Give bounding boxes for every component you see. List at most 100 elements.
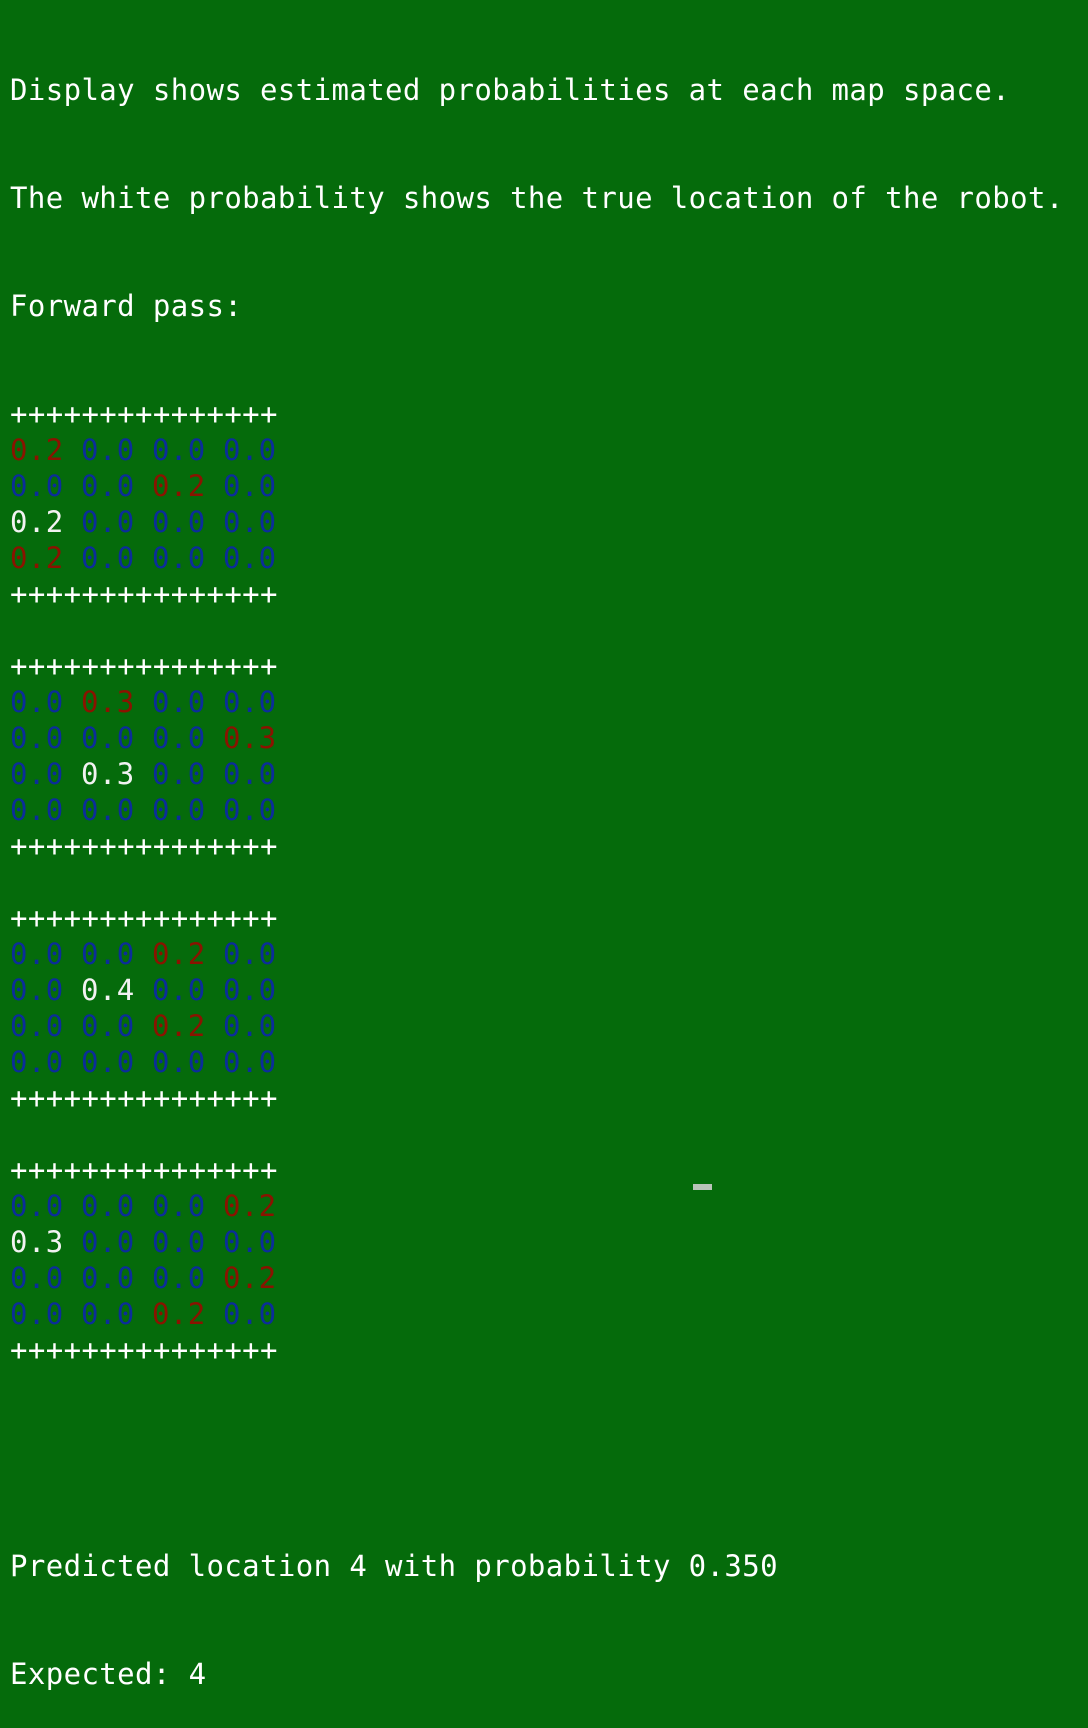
grid-row: 0.2 0.0 0.0 0.0 bbox=[10, 504, 1064, 540]
intro-line: Forward pass: bbox=[10, 289, 243, 323]
terminal-output: Display shows estimated probabilities at… bbox=[10, 0, 1064, 1728]
probability-cell: 0.0 bbox=[80, 1045, 135, 1079]
probability-cell: 0.0 bbox=[10, 1009, 64, 1043]
probability-cell: 0.0 bbox=[151, 433, 206, 467]
probability-cell: 0.0 bbox=[222, 433, 277, 467]
grid-row: 0.0 0.0 0.0 0.0 bbox=[10, 1044, 1064, 1080]
probability-cell: 0.0 bbox=[10, 757, 64, 791]
probability-grid: +++++++++++++++ 0.0 0.0 0.0 0.2 0.3 0.0 0.0 0.0 0… bbox=[10, 1152, 1064, 1368]
grid-row: 0.0 0.0 0.2 0.0 bbox=[10, 1296, 1064, 1332]
grid-row: 0.0 0.3 0.0 0.0 bbox=[10, 756, 1064, 792]
probability-cell: 0.3 bbox=[80, 685, 135, 719]
probability-cell: 0.0 bbox=[222, 469, 277, 503]
grid-border-top: +++++++++++++++ bbox=[10, 1153, 278, 1187]
probability-cell: 0.0 bbox=[10, 973, 64, 1007]
probability-cell: 0.0 bbox=[80, 1225, 135, 1259]
probability-cell: 0.0 bbox=[10, 1297, 64, 1331]
probability-cell: 0.0 bbox=[151, 1045, 206, 1079]
probability-cell: 0.0 bbox=[222, 1045, 277, 1079]
probability-cell: 0.0 bbox=[151, 541, 206, 575]
probability-grid: +++++++++++++++ 0.0 0.0 0.2 0.0 0.0 0.4 0.0 0.0 0… bbox=[10, 900, 1064, 1152]
grid-border-top: +++++++++++++++ bbox=[10, 649, 278, 683]
probability-cell: 0.2 bbox=[222, 1189, 277, 1223]
grid-border-bottom: +++++++++++++++ bbox=[10, 1081, 278, 1115]
probability-cell: 0.0 bbox=[80, 1189, 135, 1223]
probability-cell: 0.2 bbox=[10, 505, 64, 539]
grid-border-bottom: +++++++++++++++ bbox=[10, 829, 278, 863]
grid-row: 0.2 0.0 0.0 0.0 bbox=[10, 540, 1064, 576]
probability-cell: 0.0 bbox=[222, 937, 277, 971]
probability-cell: 0.0 bbox=[80, 541, 135, 575]
probability-cell: 0.0 bbox=[222, 757, 277, 791]
probability-cell: 0.0 bbox=[80, 1261, 135, 1295]
probability-cell: 0.0 bbox=[80, 469, 135, 503]
probability-cell: 0.0 bbox=[151, 757, 206, 791]
probability-cell: 0.0 bbox=[151, 1261, 206, 1295]
probability-cell: 0.3 bbox=[222, 721, 277, 755]
probability-cell: 0.3 bbox=[80, 757, 135, 791]
grid-row: 0.0 0.0 0.0 0.0 bbox=[10, 792, 1064, 828]
grid-row: 0.0 0.4 0.0 0.0 bbox=[10, 972, 1064, 1008]
terminal-cursor bbox=[693, 1184, 712, 1190]
probability-cell: 0.0 bbox=[151, 973, 206, 1007]
probability-cell: 0.0 bbox=[80, 937, 135, 971]
probability-cell: 0.0 bbox=[222, 793, 277, 827]
probability-cell: 0.2 bbox=[151, 1297, 206, 1331]
probability-cell: 0.0 bbox=[80, 721, 135, 755]
probability-cell: 0.0 bbox=[151, 721, 206, 755]
probability-cell: 0.0 bbox=[10, 1189, 64, 1223]
probability-cell: 0.0 bbox=[80, 1009, 135, 1043]
probability-cell: 0.0 bbox=[10, 1261, 64, 1295]
probability-grid: +++++++++++++++ 0.2 0.0 0.0 0.0 0.0 0.0 0.2 0.0 0… bbox=[10, 396, 1064, 648]
grid-row: 0.0 0.0 0.2 0.0 bbox=[10, 1008, 1064, 1044]
probability-cell: 0.0 bbox=[10, 469, 64, 503]
probability-cell: 0.0 bbox=[222, 1225, 277, 1259]
grid-row: 0.0 0.0 0.2 0.0 bbox=[10, 936, 1064, 972]
grid-border-bottom: +++++++++++++++ bbox=[10, 577, 278, 611]
probability-cell: 0.0 bbox=[222, 1297, 277, 1331]
grid-border-bottom: +++++++++++++++ bbox=[10, 1333, 278, 1367]
probability-cell: 0.0 bbox=[222, 973, 277, 1007]
grid-border-top: +++++++++++++++ bbox=[10, 901, 278, 935]
probability-cell: 0.0 bbox=[151, 685, 206, 719]
probability-grid: +++++++++++++++ 0.0 0.3 0.0 0.0 0.0 0.0 0.0 0.3 0… bbox=[10, 648, 1064, 900]
probability-cell: 0.0 bbox=[151, 505, 206, 539]
probability-cell: 0.0 bbox=[222, 541, 277, 575]
probability-cell: 0.0 bbox=[80, 793, 135, 827]
grid-row: 0.0 0.0 0.0 0.3 bbox=[10, 720, 1064, 756]
probability-cell: 0.0 bbox=[222, 685, 277, 719]
probability-cell: 0.2 bbox=[151, 937, 206, 971]
probability-cell: 0.0 bbox=[10, 1045, 64, 1079]
probability-cell: 0.4 bbox=[80, 973, 135, 1007]
probability-cell: 0.0 bbox=[10, 793, 64, 827]
probability-cell: 0.2 bbox=[10, 541, 64, 575]
probability-grids: +++++++++++++++ 0.2 0.0 0.0 0.0 0.0 0.0 0.2 0.0 0… bbox=[10, 396, 1064, 1368]
grid-row: 0.0 0.0 0.0 0.2 bbox=[10, 1188, 1064, 1224]
predicted-line: Predicted location 4 with probability 0.… bbox=[10, 1549, 778, 1583]
probability-cell: 0.0 bbox=[10, 685, 64, 719]
probability-cell: 0.0 bbox=[10, 721, 64, 755]
probability-cell: 0.0 bbox=[151, 793, 206, 827]
probability-cell: 0.2 bbox=[151, 469, 206, 503]
probability-cell: 0.2 bbox=[222, 1261, 277, 1295]
intro-line: Display shows estimated probabilities at… bbox=[10, 73, 1011, 107]
grid-row: 0.3 0.0 0.0 0.0 bbox=[10, 1224, 1064, 1260]
intro-line: The white probability shows the true loc… bbox=[10, 181, 1064, 215]
probability-cell: 0.0 bbox=[222, 1009, 277, 1043]
expected-line: Expected: 4 bbox=[10, 1657, 207, 1691]
probability-cell: 0.2 bbox=[10, 433, 64, 467]
grid-row: 0.0 0.3 0.0 0.0 bbox=[10, 684, 1064, 720]
probability-cell: 0.2 bbox=[151, 1009, 206, 1043]
grid-row: 0.0 0.0 0.2 0.0 bbox=[10, 468, 1064, 504]
probability-cell: 0.0 bbox=[80, 505, 135, 539]
probability-cell: 0.0 bbox=[151, 1225, 206, 1259]
probability-cell: 0.0 bbox=[80, 1297, 135, 1331]
grid-row: 0.0 0.0 0.0 0.2 bbox=[10, 1260, 1064, 1296]
grid-row: 0.2 0.0 0.0 0.0 bbox=[10, 432, 1064, 468]
probability-cell: 0.0 bbox=[222, 505, 277, 539]
probability-cell: 0.3 bbox=[10, 1225, 64, 1259]
